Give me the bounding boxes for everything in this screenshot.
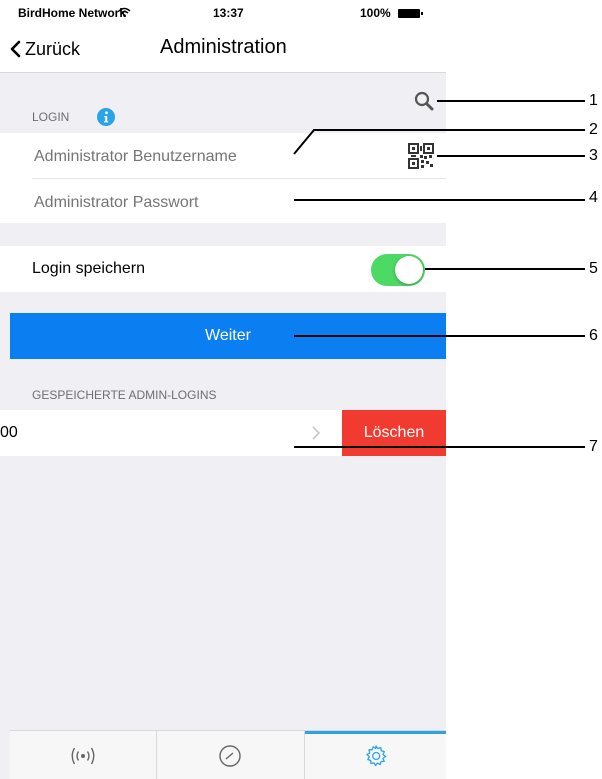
tab-network[interactable] (10, 731, 156, 779)
callout-line-2 (293, 129, 585, 155)
callout-number-3: 3 (589, 147, 598, 164)
list-item[interactable]: 00 Löschen (0, 410, 446, 456)
callout-line-6 (294, 335, 585, 337)
chevron-left-icon (10, 40, 21, 58)
callout-line-1 (437, 100, 585, 102)
clock-icon (219, 744, 241, 767)
carrier-label: BirdHome Network (18, 6, 127, 20)
saved-login-label: 00 (0, 424, 18, 441)
status-bar: BirdHome Network 13:37 100% (0, 0, 446, 26)
saved-logins-label: GESPEICHERTE ADMIN-LOGINS (32, 388, 217, 402)
broadcast-icon (71, 747, 95, 764)
save-login-toggle[interactable] (371, 254, 425, 286)
back-button[interactable]: Zurück (10, 36, 80, 62)
search-icon[interactable] (414, 91, 434, 111)
clock: 13:37 (213, 6, 244, 20)
battery-icon (398, 9, 423, 18)
callout-line-3 (437, 155, 585, 157)
back-label: Zurück (25, 38, 81, 59)
tab-settings[interactable] (305, 731, 446, 779)
info-icon[interactable] (97, 108, 115, 126)
callout-number-7: 7 (589, 438, 598, 455)
callout-number-1: 1 (589, 92, 598, 109)
login-section-label: LOGIN (32, 110, 70, 124)
callout-line-7 (294, 446, 585, 448)
page-title: Administration (160, 36, 287, 58)
callout-line-5 (425, 268, 585, 270)
gear-icon (365, 744, 386, 766)
callout-line-4 (294, 199, 585, 201)
toggle-knob (395, 256, 423, 284)
delete-button[interactable]: Löschen (342, 410, 446, 456)
field-separator (32, 178, 446, 179)
callout-number-5: 5 (589, 260, 598, 277)
tab-history[interactable] (157, 731, 303, 779)
active-tab-indicator (305, 731, 446, 734)
password-field[interactable] (32, 189, 386, 217)
callout-number-6: 6 (589, 327, 598, 344)
nav-bar: Zurück Administration (0, 26, 446, 73)
callout-number-2: 2 (589, 121, 598, 138)
phone-screen: BirdHome Network 13:37 100% Zurück Admin… (0, 0, 446, 779)
save-login-row: Login speichern (0, 246, 446, 292)
callout-number-4: 4 (589, 189, 598, 206)
wifi-icon (118, 7, 131, 17)
chevron-right-icon (312, 426, 320, 440)
battery-percent: 100% (360, 6, 391, 20)
save-login-label: Login speichern (32, 260, 145, 277)
tab-bar (10, 730, 446, 779)
